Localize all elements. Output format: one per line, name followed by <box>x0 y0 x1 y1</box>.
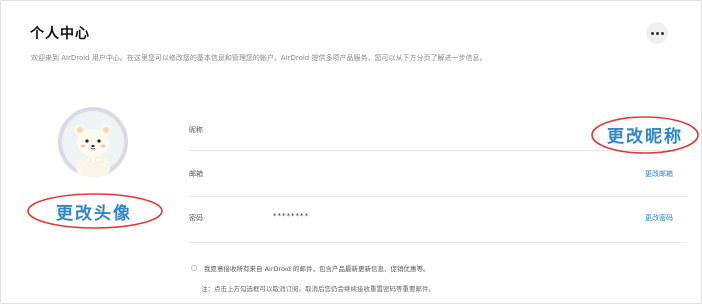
subscription-checkbox[interactable] <box>191 265 197 271</box>
password-row: 密码 ******** 更改密码 <box>189 197 687 243</box>
more-dot-icon <box>660 31 664 35</box>
annotation-circle <box>591 116 699 154</box>
subscription-note: 注：点击上方勾选框可以取消订阅。取消后您仍会继续接收重置密码等重要邮件。 <box>201 285 435 293</box>
subscription-label: 我愿意接收所有来自 AirDroid 的邮件，包含产品最新更新信息、促销优惠等。 <box>204 265 430 273</box>
page-title: 个人中心 <box>30 26 90 42</box>
password-value: ******** <box>273 212 309 220</box>
email-label: 邮箱 <box>189 170 203 178</box>
email-row: 邮箱 更改邮箱 <box>189 151 687 197</box>
more-dot-icon <box>650 31 654 35</box>
polar-bear-avatar-icon <box>58 107 128 177</box>
annotation-circle <box>27 193 163 229</box>
account-panel: 个人中心 欢迎来到 AirDroid 用户中心。在这里您可以修改您的基本信息和管… <box>0 0 702 304</box>
change-email-link[interactable]: 更改邮箱 <box>645 169 673 179</box>
avatar[interactable] <box>58 107 128 177</box>
password-label: 密码 <box>189 214 203 222</box>
nickname-label: 昵称 <box>189 126 203 134</box>
subscription-option[interactable]: 我愿意接收所有来自 AirDroid 的邮件，包含产品最新更新信息、促销优惠等。 <box>191 263 430 273</box>
more-options-button[interactable] <box>646 22 668 44</box>
more-dot-icon <box>655 31 659 35</box>
change-password-link[interactable]: 更改密码 <box>645 213 673 223</box>
page-description: 欢迎来到 AirDroid 用户中心。在这里您可以修改您的基本信息和管理您的帐户… <box>31 54 487 62</box>
